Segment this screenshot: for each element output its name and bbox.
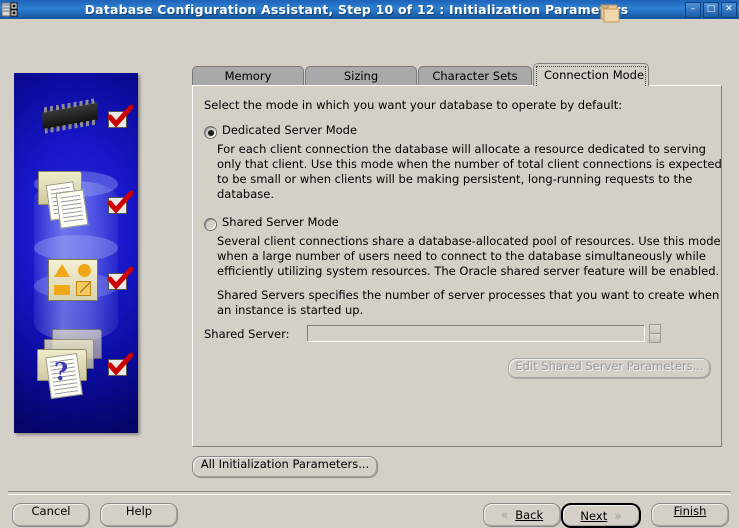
shared-server-description: Several client connections share a datab… — [217, 234, 721, 278]
tab-connection-mode[interactable]: Connection Mode — [533, 63, 649, 86]
shared-server-field-row: Shared Server: — [204, 324, 661, 343]
edit-shared-server-parameters-button[interactable]: Edit Shared Server Parameters... — [508, 358, 711, 379]
cpu-chip-icon — [42, 102, 98, 130]
window-title: Database Configuration Assistant, Step 1… — [84, 2, 629, 17]
next-button-label: Next — [580, 508, 608, 523]
window-body: ? Memory Sizing Character Sets Connectio… — [0, 19, 739, 528]
dedicated-server-description: For each client connection the database … — [217, 142, 722, 201]
minimize-button[interactable]: – — [685, 2, 701, 18]
cancel-button[interactable]: Cancel — [12, 503, 90, 527]
window-controls: – □ ✕ — [685, 2, 737, 18]
help-button[interactable]: Help — [100, 503, 178, 527]
maximize-button[interactable]: □ — [703, 2, 719, 18]
back-button[interactable]: « Back — [483, 503, 561, 527]
dedicated-server-radio-row[interactable]: Dedicated Server Mode — [204, 124, 357, 139]
shared-server-radio[interactable] — [204, 218, 217, 231]
shared-server-label: Shared Server Mode — [222, 215, 339, 229]
tab-character-sets[interactable]: Character Sets — [418, 66, 532, 86]
step-checkmark-3 — [107, 267, 133, 291]
tab-strip: Memory Sizing Character Sets Connection … — [192, 63, 660, 86]
step-checkmark-1 — [107, 105, 133, 129]
window-icon — [1, 2, 18, 17]
folder-documents-icon — [36, 167, 100, 231]
all-initialization-parameters-button[interactable]: All Initialization Parameters... — [192, 456, 378, 478]
window-titlebar[interactable]: Database Configuration Assistant, Step 1… — [0, 0, 739, 19]
folder-stack-question-icon: ? — [34, 329, 108, 405]
shapes-palette-icon — [48, 259, 98, 301]
chevron-right-icon: » — [614, 508, 622, 523]
tab-memory[interactable]: Memory — [192, 66, 304, 86]
finish-button[interactable]: Finish — [651, 503, 729, 527]
shared-server-input[interactable] — [307, 325, 645, 342]
next-button[interactable]: Next » — [561, 503, 641, 528]
back-button-label: Back — [515, 508, 544, 522]
shared-server-radio-row[interactable]: Shared Server Mode — [204, 216, 339, 231]
tab-sizing[interactable]: Sizing — [305, 66, 417, 86]
shared-servers-note: Shared Servers specifies the number of s… — [217, 288, 720, 317]
spinner-down-button[interactable] — [650, 334, 660, 342]
finish-button-label: Finish — [673, 504, 707, 518]
tab-connection-mode-label: Connection Mode — [544, 68, 645, 82]
connection-mode-panel: Select the mode in which you want your d… — [192, 85, 722, 447]
panel-intro-text: Select the mode in which you want your d… — [204, 98, 623, 112]
dragged-folder-icon — [598, 2, 622, 24]
wizard-banner-image: ? — [14, 73, 138, 433]
close-button[interactable]: ✕ — [721, 2, 737, 18]
shared-server-field-label: Shared Server: — [204, 326, 290, 341]
footer-separator — [8, 491, 731, 495]
spinner-up-button[interactable] — [650, 325, 660, 334]
dedicated-server-label: Dedicated Server Mode — [222, 123, 358, 137]
dedicated-server-radio[interactable] — [204, 126, 217, 139]
shared-server-spinner[interactable] — [649, 324, 661, 343]
step-checkmark-4 — [107, 353, 133, 377]
step-checkmark-2 — [107, 191, 133, 215]
chevron-left-icon: « — [500, 508, 509, 522]
